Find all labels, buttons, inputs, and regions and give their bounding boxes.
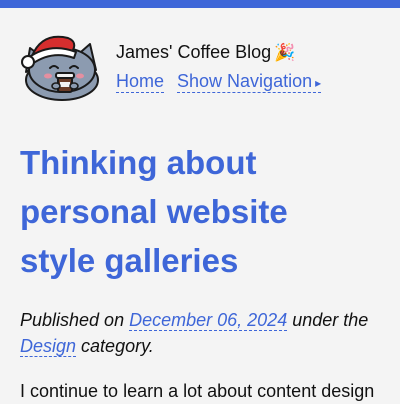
- post-intro: I continue to learn a lot about content …: [20, 381, 375, 401]
- post-meta: Published on December 06, 2024 under the…: [20, 307, 390, 359]
- site-title[interactable]: James' Coffee Blog 🎉: [116, 42, 295, 63]
- show-navigation-button[interactable]: Show Navigation ▸: [177, 71, 322, 93]
- under-text: under the: [292, 310, 369, 330]
- top-accent-bar: [0, 0, 400, 8]
- post-title-line: style galleries: [20, 242, 239, 279]
- caret-right-icon: ▸: [315, 76, 322, 90]
- cat-logo-icon[interactable]: [20, 30, 100, 102]
- published-prefix: Published on: [20, 310, 125, 330]
- category-suffix: category.: [81, 336, 154, 356]
- nav-home-link[interactable]: Home: [116, 71, 165, 93]
- party-popper-icon: 🎉: [274, 43, 296, 62]
- post-title: Thinking about personal website style ga…: [20, 138, 350, 285]
- post-title-line: Thinking about: [20, 144, 257, 181]
- site-header: James' Coffee Blog 🎉 Home Show Navigation ▸: [20, 30, 390, 102]
- site-nav: Home Show Navigation ▸: [116, 71, 334, 93]
- post-title-line: personal website: [20, 193, 288, 230]
- site-title-text[interactable]: James' Coffee Blog: [116, 42, 271, 62]
- category-link[interactable]: Design: [20, 336, 77, 357]
- show-navigation-label: Show Navigation: [177, 71, 313, 91]
- post-date-link[interactable]: December 06, 2024: [129, 310, 288, 331]
